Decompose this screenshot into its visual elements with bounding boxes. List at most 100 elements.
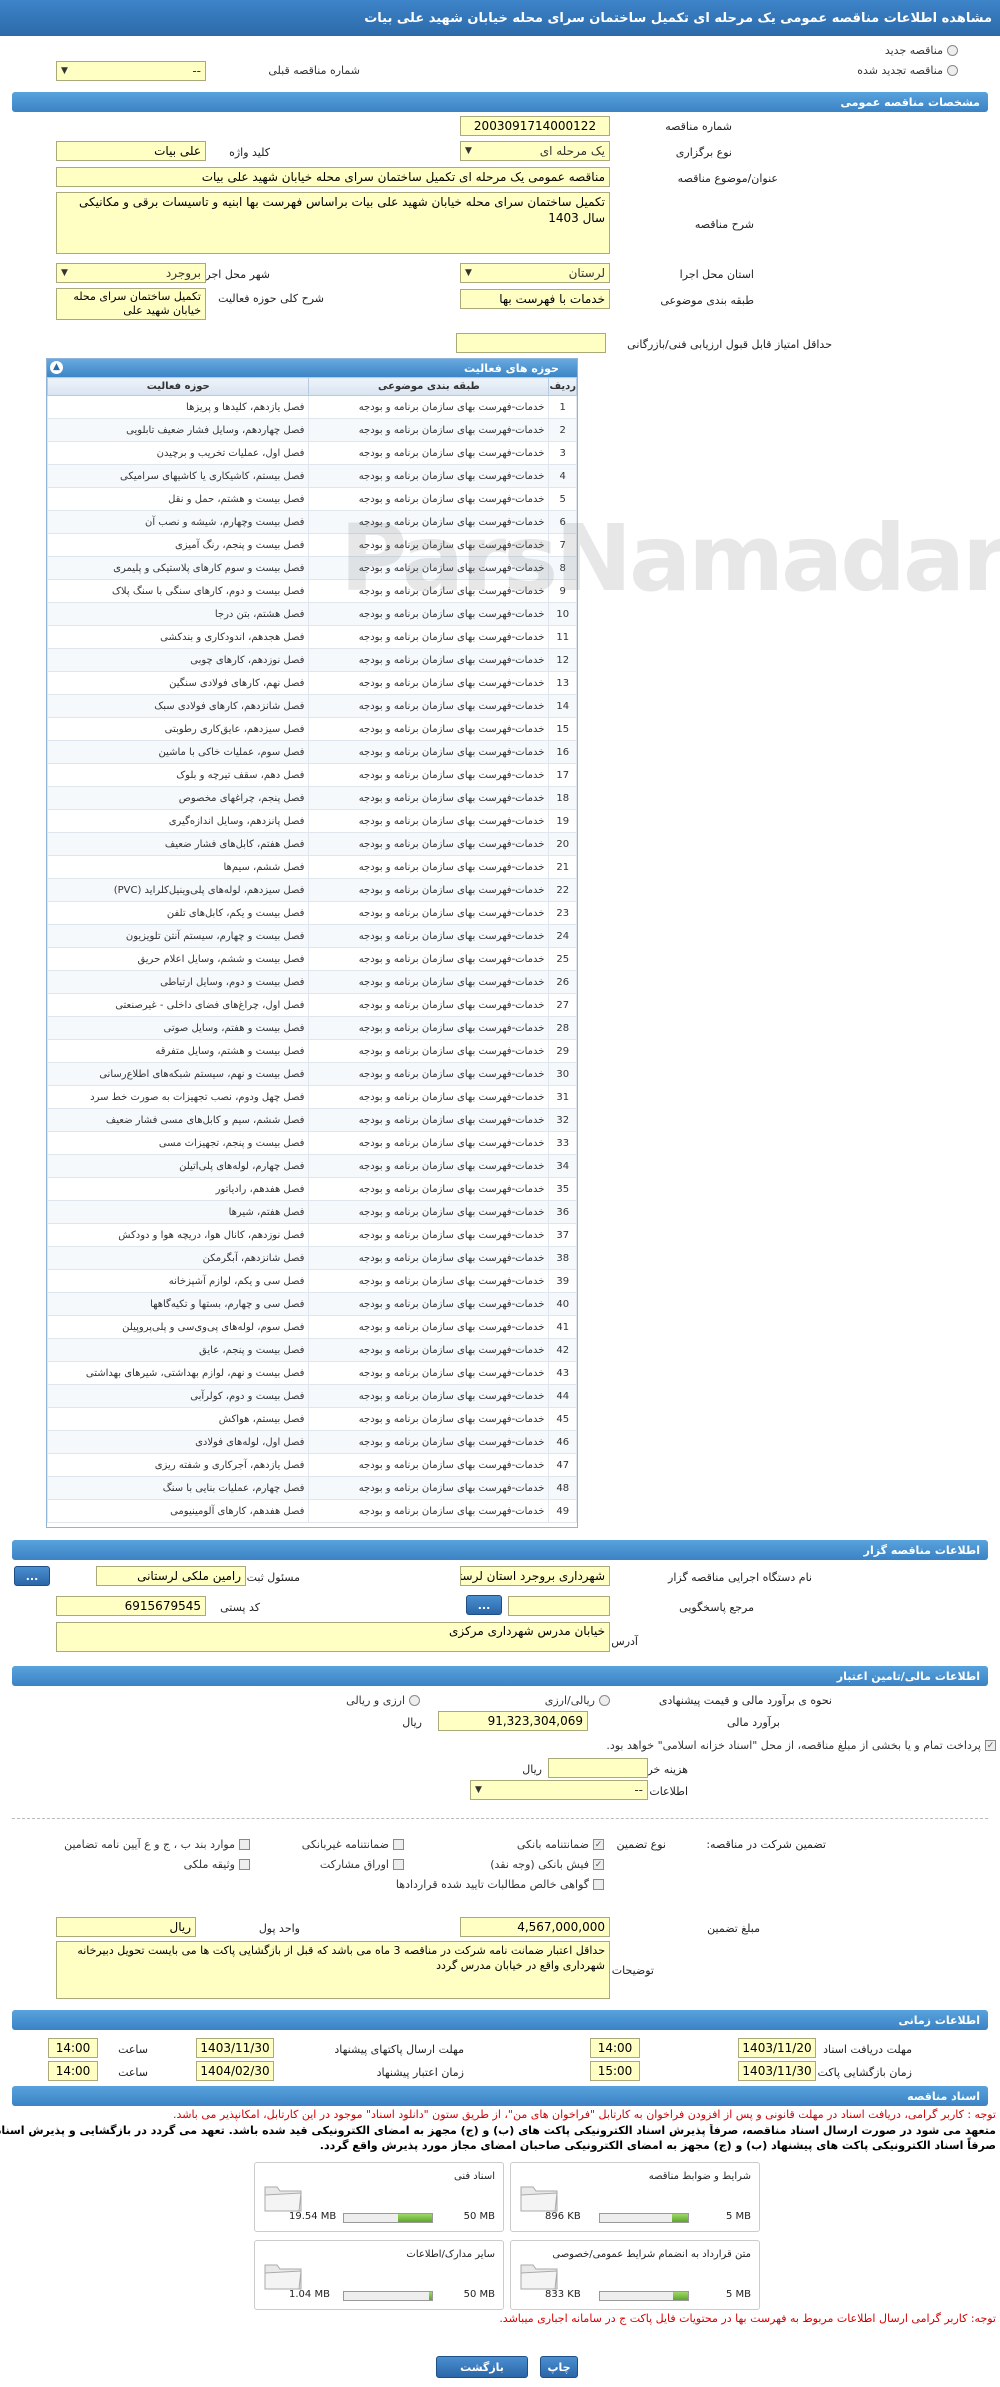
clauses-checkbox[interactable] [239,1839,250,1850]
renewed-tender-option[interactable]: مناقصه تجدید شده [857,64,958,77]
net-claims-option[interactable]: گواهی خالص مطالبات تایید شده قراردادها [396,1878,604,1891]
property-option[interactable]: وثیقه ملکی [184,1858,250,1871]
print-button[interactable]: چاپ [540,2356,578,2378]
bank-guarantee-option[interactable]: ضمانتنامه بانکی [517,1838,604,1851]
row-category: خدمات-فهرست بهای سازمان برنامه و بودجه [308,1315,550,1339]
new-tender-radio[interactable] [947,45,958,56]
holding-type-label: نوع برگزاری [675,146,732,159]
row-activity-area: فصل سیزدهم، عایق‌کاری رطوبتی [46,717,310,741]
file-max-size: 50 MB [463,2289,495,2300]
document-file-box[interactable]: متن قرارداد به انضمام شرایط عمومی/خصوصی 5… [510,2240,760,2310]
renewed-tender-radio[interactable] [947,65,958,76]
responsible-lookup-button[interactable]: ... [14,1566,50,1586]
file-size-bar-fill [429,2292,432,2300]
row-number: 18 [548,786,577,810]
account-select[interactable]: -- ▼ [470,1780,648,1800]
row-activity-area: فصل بیست و یکم، کابل‌های تلفن [46,901,310,925]
rial-radio[interactable] [599,1695,610,1706]
province-select[interactable]: لرستان ▼ [460,263,610,283]
city-label: شهر محل اجرا [202,268,270,281]
table-row: 18 خدمات-فهرست بهای سازمان برنامه و بودجه… [46,786,577,810]
guarantee-amount-field: 4,567,000,000 [460,1917,610,1937]
table-row: 9 خدمات-فهرست بهای سازمان برنامه و بودجه ف… [46,579,577,603]
table-row: 43 خدمات-فهرست بهای سازمان برنامه و بودجه… [46,1361,577,1385]
rial-option[interactable]: ریالی/ارزی [545,1694,610,1707]
row-category: خدمات-فهرست بهای سازمان برنامه و بودجه [308,1223,550,1247]
bank-receipt-option[interactable]: فیش بانکی (وجه نقد) [490,1858,604,1871]
row-activity-area: فصل نوزدهم، کارهای چوبی [46,648,310,672]
table-row: 22 خدمات-فهرست بهای سازمان برنامه و بودجه… [46,878,577,902]
table-row: 25 خدمات-فهرست بهای سازمان برنامه و بودجه… [46,947,577,971]
row-category: خدمات-فهرست بهای سازمان برنامه و بودجه [308,901,550,925]
non-bank-guarantee-checkbox[interactable] [393,1839,404,1850]
new-tender-option[interactable]: مناقصه جدید [885,44,958,57]
back-button[interactable]: بازگشت [436,2356,528,2378]
row-category: خدمات-فهرست بهای سازمان برنامه و بودجه [308,533,550,557]
row-category: خدمات-فهرست بهای سازمان برنامه و بودجه [308,1499,550,1523]
row-number: 10 [548,602,577,626]
reference-lookup-button[interactable]: ... [466,1595,502,1615]
row-number: 23 [548,901,577,925]
org-field: شهرداری بروجرد استان لرستان [460,1566,610,1586]
row-number: 44 [548,1384,577,1408]
activities-panel-header: حوزه های فعالیت ▲ [47,359,577,377]
currency-rial-radio[interactable] [409,1695,420,1706]
row-category: خدمات-فهرست بهای سازمان برنامه و بودجه [308,947,550,971]
row-category: خدمات-فهرست بهای سازمان برنامه و بودجه [308,970,550,994]
city-select[interactable]: بروجرد ▼ [56,263,206,283]
previous-tender-select[interactable]: -- ▼ [56,61,206,81]
row-number: 5 [548,487,577,511]
row-activity-area: فصل بیست و چهارم، سیستم آنتن تلویزیون [46,924,310,948]
non-bank-guarantee-option[interactable]: ضمانتنامه غیربانکی [302,1838,404,1851]
file-size: 19.54 MB [289,2211,337,2222]
page-title: مشاهده اطلاعات مناقصه عمومی یک مرحله ای … [364,10,992,26]
row-number: 47 [548,1453,577,1477]
row-number: 19 [548,809,577,833]
file-size-bar [343,2213,433,2223]
treasury-option[interactable]: پرداخت تمام و یا بخشی از مبلغ مناقصه، از… [606,1739,996,1752]
postal-field: 6915679545 [56,1596,206,1616]
doc-fee-field [548,1758,648,1778]
file-max-size: 50 MB [463,2211,495,2222]
file-size-bar-fill [672,2214,688,2222]
property-checkbox[interactable] [239,1859,250,1870]
file-max-size: 5 MB [725,2211,751,2222]
row-activity-area: فصل ششم، سیم‌ها [46,855,310,879]
row-category: خدمات-فهرست بهای سازمان برنامه و بودجه [308,1384,550,1408]
table-row: 37 خدمات-فهرست بهای سازمان برنامه و بودجه… [46,1223,577,1247]
table-row: 23 خدمات-فهرست بهای سازمان برنامه و بودجه… [46,901,577,925]
document-file-box[interactable]: شرایط و ضوابط مناقصه 5 MB 896 KB [510,2162,760,2232]
notes-label: توضیحات [611,1964,654,1977]
bank-guarantee-checkbox[interactable] [593,1839,604,1850]
table-row: 21 خدمات-فهرست بهای سازمان برنامه و بودجه… [46,855,577,879]
collapse-icon[interactable]: ▲ [50,361,63,374]
row-category: خدمات-فهرست بهای سازمان برنامه و بودجه [308,924,550,948]
clauses-option[interactable]: موارد بند ب ، ج و ع آیین نامه تضامین [64,1838,250,1851]
document-file-box[interactable]: سایر مدارک/اطلاعات 50 MB 1.04 MB [254,2240,504,2310]
row-number: 27 [548,993,577,1017]
table-row: 8 خدمات-فهرست بهای سازمان برنامه و بودجه ف… [46,556,577,580]
row-category: خدمات-فهرست بهای سازمان برنامه و بودجه [308,1453,550,1477]
row-category: خدمات-فهرست بهای سازمان برنامه و بودجه [308,809,550,833]
row-activity-area: فصل دهم، سقف تیرچه و بلوک [46,763,310,787]
row-number: 32 [548,1108,577,1132]
row-number: 6 [548,510,577,534]
row-number: 11 [548,625,577,649]
bonds-checkbox[interactable] [393,1859,404,1870]
table-row: 38 خدمات-فهرست بهای سازمان برنامه و بودجه… [46,1246,577,1270]
bank-receipt-checkbox[interactable] [593,1859,604,1870]
row-category: خدمات-فهرست بهای سازمان برنامه و بودجه [308,487,550,511]
row-activity-area: فصل چهل ودوم، نصب تجهیزات به صورت خط سرد [46,1085,310,1109]
treasury-checkbox[interactable] [985,1740,996,1751]
row-category: خدمات-فهرست بهای سازمان برنامه و بودجه [308,832,550,856]
currency-rial-option[interactable]: ارزی و ریالی [346,1694,420,1707]
bonds-option[interactable]: اوراق مشارکت [320,1858,404,1871]
divider [12,1818,988,1819]
row-activity-area: فصل بیست و دوم، کارهای سنگی با سنگ پلاک [46,579,310,603]
holding-type-select[interactable]: یک مرحله ای ▼ [460,141,610,161]
document-file-box[interactable]: اسناد فنی 50 MB 19.54 MB [254,2162,504,2232]
table-row: 14 خدمات-فهرست بهای سازمان برنامه و بودجه… [46,694,577,718]
row-number: 48 [548,1476,577,1500]
net-claims-checkbox[interactable] [593,1879,604,1890]
row-category: خدمات-فهرست بهای سازمان برنامه و بودجه [308,694,550,718]
